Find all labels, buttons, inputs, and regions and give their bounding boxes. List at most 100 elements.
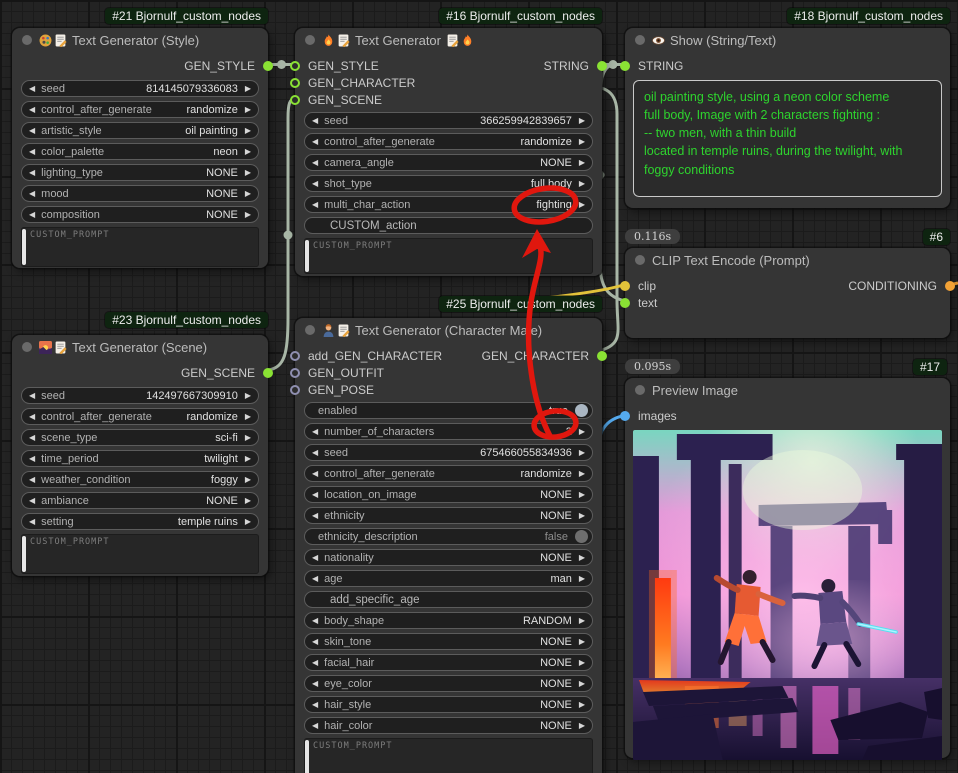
collapse-dot[interactable] [22, 342, 32, 352]
shot_type-widget[interactable]: ◀shot_typefull body▶ [304, 175, 593, 192]
increment-arrow-icon[interactable]: ▶ [245, 211, 251, 219]
decrement-arrow-icon[interactable]: ◀ [29, 85, 35, 93]
increment-arrow-icon[interactable]: ▶ [579, 180, 585, 188]
GEN_CHARACTER-input-port[interactable] [290, 78, 300, 88]
nationality-widget[interactable]: ◀nationalityNONE▶ [304, 549, 593, 566]
control_after_generate-widget[interactable]: ◀control_after_generaterandomize▶ [21, 101, 259, 118]
increment-arrow-icon[interactable]: ▶ [245, 518, 251, 526]
increment-arrow-icon[interactable]: ▶ [579, 428, 585, 436]
collapse-dot[interactable] [305, 325, 315, 335]
increment-arrow-icon[interactable]: ▶ [245, 169, 251, 177]
decrement-arrow-icon[interactable]: ◀ [29, 148, 35, 156]
collapse-dot[interactable] [635, 255, 645, 265]
decrement-arrow-icon[interactable]: ◀ [29, 211, 35, 219]
seed-widget[interactable]: ◀seed675466055834936▶ [304, 444, 593, 461]
seed-widget[interactable]: ◀seed366259942839657▶ [304, 112, 593, 129]
node-graph-canvas[interactable]: #21 Bjornulf_custom_nodes #16 Bjornulf_c… [0, 0, 958, 773]
decrement-arrow-icon[interactable]: ◀ [312, 201, 318, 209]
custom-prompt-textarea[interactable]: CUSTOM_PROMPT [21, 227, 259, 267]
node-header[interactable]: Show (String/Text) [625, 28, 950, 52]
increment-arrow-icon[interactable]: ▶ [579, 617, 585, 625]
camera_angle-widget[interactable]: ◀camera_angleNONE▶ [304, 154, 593, 171]
increment-arrow-icon[interactable]: ▶ [245, 127, 251, 135]
STRING-input-port[interactable] [620, 61, 630, 71]
enabled-widget[interactable]: enabledtrue [304, 402, 593, 419]
decrement-arrow-icon[interactable]: ◀ [312, 554, 318, 562]
skin_tone-widget[interactable]: ◀skin_toneNONE▶ [304, 633, 593, 650]
decrement-arrow-icon[interactable]: ◀ [312, 659, 318, 667]
collapse-dot[interactable] [635, 385, 645, 395]
STRING-output-port[interactable] [597, 61, 607, 71]
decrement-arrow-icon[interactable]: ◀ [312, 117, 318, 125]
node-text-generator-character-male[interactable]: Text Generator (Character Male) add_GEN_… [295, 318, 602, 773]
node-clip-text-encode[interactable]: CLIP Text Encode (Prompt) cliptextCONDIT… [625, 248, 950, 338]
location_on_image-widget[interactable]: ◀location_on_imageNONE▶ [304, 486, 593, 503]
increment-arrow-icon[interactable]: ▶ [579, 470, 585, 478]
decrement-arrow-icon[interactable]: ◀ [29, 455, 35, 463]
GEN_POSE-input-port[interactable] [290, 385, 300, 395]
generated-prompt-text[interactable]: oil painting style, using a neon color s… [633, 80, 942, 197]
decrement-arrow-icon[interactable]: ◀ [29, 476, 35, 484]
color_palette-widget[interactable]: ◀color_paletteneon▶ [21, 143, 259, 160]
CONDITIONING-output-port[interactable] [945, 281, 955, 291]
decrement-arrow-icon[interactable]: ◀ [29, 518, 35, 526]
images-input-port[interactable] [620, 411, 630, 421]
increment-arrow-icon[interactable]: ▶ [579, 491, 585, 499]
setting-widget[interactable]: ◀settingtemple ruins▶ [21, 513, 259, 530]
decrement-arrow-icon[interactable]: ◀ [312, 701, 318, 709]
time_period-widget[interactable]: ◀time_periodtwilight▶ [21, 450, 259, 467]
increment-arrow-icon[interactable]: ▶ [579, 659, 585, 667]
decrement-arrow-icon[interactable]: ◀ [312, 470, 318, 478]
CUSTOM_action-widget[interactable]: CUSTOM_action [304, 217, 593, 234]
GEN_CHARACTER-output-port[interactable] [597, 351, 607, 361]
hair_style-widget[interactable]: ◀hair_styleNONE▶ [304, 696, 593, 713]
composition-widget[interactable]: ◀compositionNONE▶ [21, 206, 259, 223]
node-show-string-text[interactable]: Show (String/Text) STRING oil painting s… [625, 28, 950, 208]
toggle-knob[interactable] [575, 530, 588, 543]
custom-prompt-textarea[interactable]: CUSTOM_PROMPT [21, 534, 259, 574]
text-input-port[interactable] [620, 298, 630, 308]
hair_color-widget[interactable]: ◀hair_colorNONE▶ [304, 717, 593, 734]
node-header[interactable]: CLIP Text Encode (Prompt) [625, 248, 950, 272]
increment-arrow-icon[interactable]: ▶ [579, 159, 585, 167]
increment-arrow-icon[interactable]: ▶ [579, 575, 585, 583]
node-text-generator-main[interactable]: Text Generator GEN_STYLEGEN_CHARACTERGEN… [295, 28, 602, 276]
decrement-arrow-icon[interactable]: ◀ [29, 106, 35, 114]
increment-arrow-icon[interactable]: ▶ [245, 392, 251, 400]
body_shape-widget[interactable]: ◀body_shapeRANDOM▶ [304, 612, 593, 629]
increment-arrow-icon[interactable]: ▶ [579, 117, 585, 125]
ethnicity-widget[interactable]: ◀ethnicityNONE▶ [304, 507, 593, 524]
node-header[interactable]: Text Generator (Style) [12, 28, 268, 52]
increment-arrow-icon[interactable]: ▶ [579, 680, 585, 688]
decrement-arrow-icon[interactable]: ◀ [29, 434, 35, 442]
node-text-generator-style[interactable]: Text Generator (Style) GEN_STYLE ◀seed81… [12, 28, 268, 268]
GEN_SCENE-input-port[interactable] [290, 95, 300, 105]
node-header[interactable]: Text Generator (Character Male) [295, 318, 602, 342]
decrement-arrow-icon[interactable]: ◀ [312, 449, 318, 457]
increment-arrow-icon[interactable]: ▶ [245, 106, 251, 114]
seed-widget[interactable]: ◀seed814145079336083▶ [21, 80, 259, 97]
decrement-arrow-icon[interactable]: ◀ [29, 392, 35, 400]
increment-arrow-icon[interactable]: ▶ [245, 497, 251, 505]
ethnicity_description-widget[interactable]: ethnicity_descriptionfalse [304, 528, 593, 545]
increment-arrow-icon[interactable]: ▶ [245, 434, 251, 442]
mood-widget[interactable]: ◀moodNONE▶ [21, 185, 259, 202]
collapse-dot[interactable] [305, 35, 315, 45]
increment-arrow-icon[interactable]: ▶ [579, 138, 585, 146]
seed-widget[interactable]: ◀seed142497667309910▶ [21, 387, 259, 404]
decrement-arrow-icon[interactable]: ◀ [29, 190, 35, 198]
decrement-arrow-icon[interactable]: ◀ [29, 127, 35, 135]
node-header[interactable]: Text Generator (Scene) [12, 335, 268, 359]
add_specific_age-widget[interactable]: add_specific_age [304, 591, 593, 608]
decrement-arrow-icon[interactable]: ◀ [29, 413, 35, 421]
node-preview-image[interactable]: Preview Image images [625, 378, 950, 758]
GEN_STYLE-output-port[interactable] [263, 61, 273, 71]
number_of_characters-widget[interactable]: ◀number_of_characters2▶ [304, 423, 593, 440]
decrement-arrow-icon[interactable]: ◀ [312, 680, 318, 688]
increment-arrow-icon[interactable]: ▶ [579, 554, 585, 562]
increment-arrow-icon[interactable]: ▶ [579, 512, 585, 520]
increment-arrow-icon[interactable]: ▶ [579, 449, 585, 457]
artistic_style-widget[interactable]: ◀artistic_styleoil painting▶ [21, 122, 259, 139]
decrement-arrow-icon[interactable]: ◀ [312, 138, 318, 146]
decrement-arrow-icon[interactable]: ◀ [312, 159, 318, 167]
